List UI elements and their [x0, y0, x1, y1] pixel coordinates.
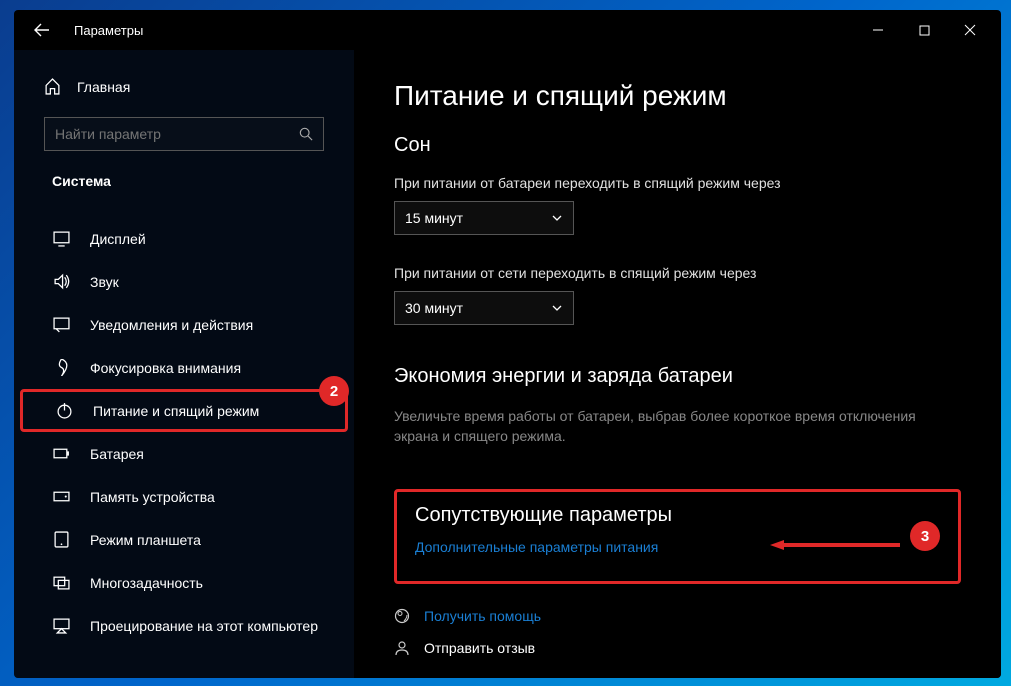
sidebar-item-label: Проецирование на этот компьютер: [90, 618, 318, 634]
annotation-arrow-icon: [770, 540, 900, 550]
related-settings-box: Сопутствующие параметры Дополнительные п…: [394, 489, 961, 584]
sidebar-item-label: Звук: [90, 274, 119, 290]
annotation-badge-2: 2: [319, 376, 349, 406]
minimize-icon: [872, 24, 884, 36]
search-wrapper: [44, 117, 324, 151]
sidebar-item-sound[interactable]: Звук: [14, 260, 354, 303]
feedback-icon: [394, 640, 410, 656]
sidebar-item-storage[interactable]: Память устройства: [14, 475, 354, 518]
sidebar-item-power[interactable]: 2 Питание и спящий режим: [20, 389, 348, 432]
sidebar-item-tablet[interactable]: Режим планшета: [14, 518, 354, 561]
focus-icon: [52, 359, 70, 376]
sidebar-item-notifications[interactable]: Уведомления и действия: [14, 303, 354, 346]
eco-heading: Экономия энергии и заряда батареи: [394, 365, 961, 388]
sleep-heading: Сон: [394, 134, 961, 157]
projecting-icon: [52, 617, 70, 634]
feedback-row[interactable]: Отправить отзыв: [394, 632, 961, 664]
sidebar-item-battery[interactable]: Батарея: [14, 432, 354, 475]
content-area: Питание и спящий режим Сон При питании о…: [354, 50, 1001, 678]
close-button[interactable]: [947, 10, 993, 50]
battery-sleep-label: При питании от батареи переходить в спящ…: [394, 175, 961, 191]
sidebar-item-label: Уведомления и действия: [90, 317, 253, 333]
battery-icon: [52, 445, 70, 462]
window-title: Параметры: [74, 23, 143, 38]
storage-icon: [52, 488, 70, 505]
section-heading: Система: [14, 173, 354, 189]
plugged-sleep-dropdown[interactable]: 30 минут: [394, 291, 574, 325]
help-row[interactable]: Получить помощь: [394, 600, 961, 632]
sidebar-item-label: Фокусировка внимания: [90, 360, 241, 376]
tablet-icon: [52, 531, 70, 548]
dropdown-value: 30 минут: [405, 300, 463, 316]
battery-sleep-dropdown[interactable]: 15 минут: [394, 201, 574, 235]
notifications-icon: [52, 316, 70, 333]
page-title: Питание и спящий режим: [394, 80, 961, 112]
settings-window: Параметры Главная: [14, 10, 1001, 678]
titlebar: Параметры: [14, 10, 1001, 50]
help-icon: [394, 608, 410, 624]
related-heading: Сопутствующие параметры: [415, 504, 940, 527]
plugged-sleep-label: При питании от сети переходить в спящий …: [394, 265, 961, 281]
feedback-link: Отправить отзыв: [424, 640, 535, 656]
arrow-left-icon: [34, 22, 50, 38]
multitask-icon: [52, 574, 70, 591]
search-icon: [299, 127, 313, 141]
maximize-button[interactable]: [901, 10, 947, 50]
window-controls: [855, 10, 993, 50]
annotation-badge-3: 3: [910, 521, 940, 551]
display-icon: [52, 230, 70, 247]
search-input[interactable]: [55, 126, 299, 142]
minimize-button[interactable]: [855, 10, 901, 50]
additional-power-link[interactable]: Дополнительные параметры питания: [415, 539, 658, 555]
home-button[interactable]: Главная: [14, 70, 354, 103]
sidebar-item-focus[interactable]: Фокусировка внимания: [14, 346, 354, 389]
home-label: Главная: [77, 79, 130, 95]
sidebar-item-display[interactable]: Дисплей: [14, 217, 354, 260]
search-box[interactable]: [44, 117, 324, 151]
sidebar-item-projecting[interactable]: Проецирование на этот компьютер: [14, 604, 354, 647]
close-icon: [964, 24, 976, 36]
sidebar-item-label: Дисплей: [90, 231, 146, 247]
back-button[interactable]: [22, 10, 62, 50]
get-help-link[interactable]: Получить помощь: [424, 608, 541, 624]
eco-description: Увеличьте время работы от батареи, выбра…: [394, 406, 961, 447]
sidebar-item-label: Питание и спящий режим: [93, 403, 259, 419]
sidebar-item-label: Многозадачность: [90, 575, 203, 591]
chevron-down-icon: [551, 212, 563, 224]
sidebar-item-multitask[interactable]: Многозадачность: [14, 561, 354, 604]
sidebar: Главная Система Дисплей Звук Уведомления…: [14, 50, 354, 678]
sidebar-item-label: Режим планшета: [90, 532, 201, 548]
home-icon: [44, 78, 61, 95]
sidebar-item-label: Батарея: [90, 446, 144, 462]
sidebar-item-label: Память устройства: [90, 489, 215, 505]
sound-icon: [52, 273, 70, 290]
power-icon: [55, 402, 73, 419]
maximize-icon: [919, 25, 930, 36]
dropdown-value: 15 минут: [405, 210, 463, 226]
chevron-down-icon: [551, 302, 563, 314]
